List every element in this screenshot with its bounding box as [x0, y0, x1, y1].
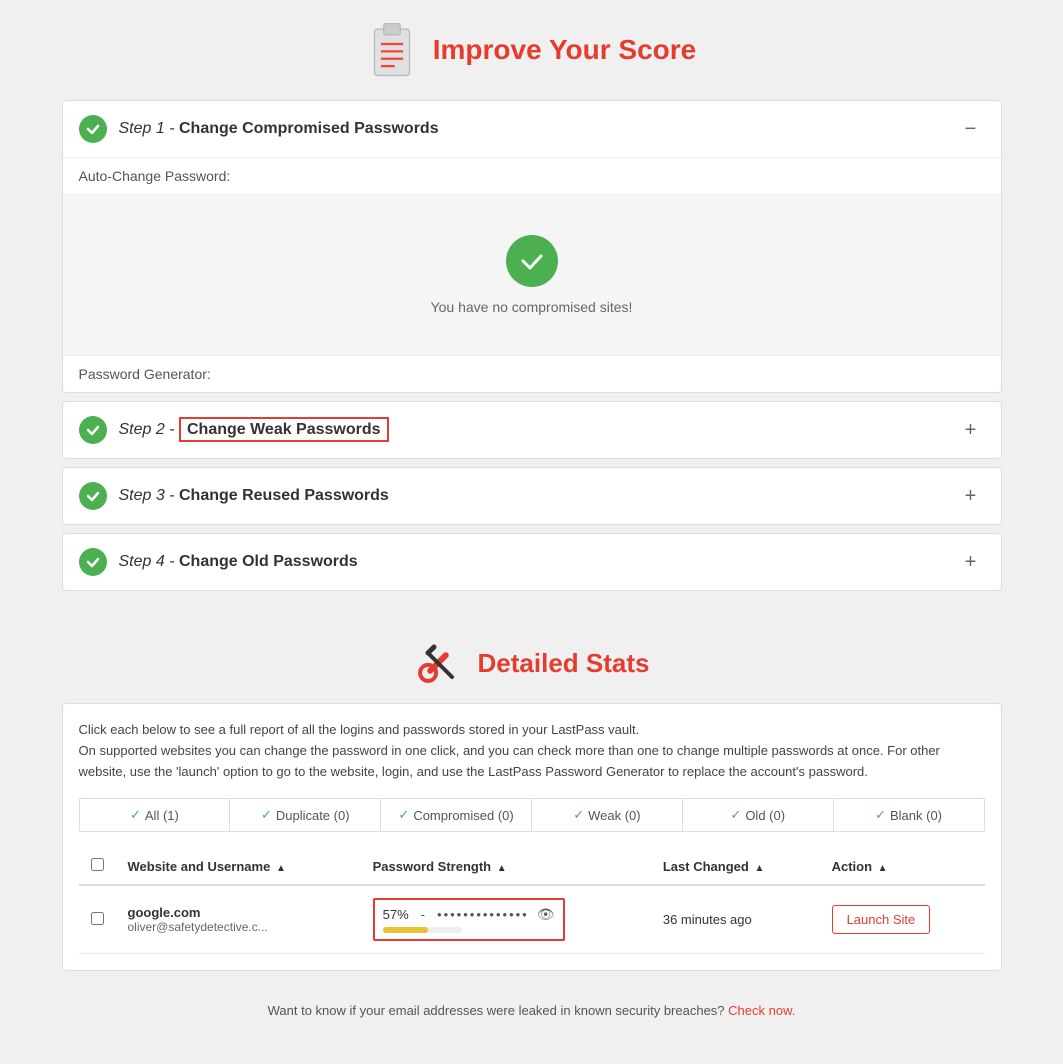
filter-tab-blank[interactable]: ✓ Blank (0) [834, 799, 984, 831]
password-bar [383, 927, 463, 933]
stats-description: Click each below to see a full report of… [79, 720, 985, 782]
detailed-stats-title: Detailed Stats [478, 648, 650, 679]
filter-tab-old[interactable]: ✓ Old (0) [683, 799, 834, 831]
filter-tabs: ✓ All (1) ✓ Duplicate (0) ✓ Compromised … [79, 798, 985, 832]
step2-container: Step 2 - Change Weak Passwords + [62, 401, 1002, 459]
step2-check-icon [79, 416, 107, 444]
step4-toggle[interactable]: + [957, 548, 985, 576]
filter-tab-duplicate[interactable]: ✓ Duplicate (0) [230, 799, 381, 831]
step1-check-icon [79, 115, 107, 143]
check-now-link[interactable]: Check now. [728, 1003, 795, 1018]
col-action: Action ▲ [820, 848, 985, 885]
step1-container: Step 1 - Change Compromised Passwords − … [62, 100, 1002, 393]
no-compromised-text: You have no compromised sites! [431, 299, 633, 315]
step1-label: Step 1 - Change Compromised Passwords [119, 120, 957, 138]
col-website-username: Website and Username ▲ [116, 848, 361, 885]
no-compromised-check-icon [506, 235, 558, 287]
col-password-strength: Password Strength ▲ [361, 848, 651, 885]
step3-label: Step 3 - Change Reused Passwords [119, 487, 957, 505]
col-last-changed: Last Changed ▲ [651, 848, 820, 885]
step4-container: Step 4 - Change Old Passwords + [62, 533, 1002, 591]
step1-header[interactable]: Step 1 - Change Compromised Passwords − [63, 101, 1001, 158]
clipboard-icon [367, 20, 417, 80]
filter-tab-all[interactable]: ✓ All (1) [80, 799, 231, 831]
select-all-checkbox[interactable] [91, 858, 104, 871]
step3-toggle[interactable]: + [957, 482, 985, 510]
stats-container: Click each below to see a full report of… [62, 703, 1002, 971]
step1-toggle[interactable]: − [957, 115, 985, 143]
step1-body: Auto-Change Password: You have no compro… [63, 158, 1001, 392]
step3-header[interactable]: Step 3 - Change Reused Passwords + [63, 468, 1001, 524]
filter-tab-weak[interactable]: ✓ Weak (0) [532, 799, 683, 831]
data-table: Website and Username ▲ Password Strength… [79, 848, 985, 954]
no-compromised-area: You have no compromised sites! [63, 195, 1001, 356]
launch-site-button[interactable]: Launch Site [832, 905, 931, 934]
table-row: google.com oliver@safetydetective.c... 5… [79, 885, 985, 954]
step3-check-icon [79, 482, 107, 510]
step2-label: Step 2 - Change Weak Passwords [119, 421, 957, 439]
auto-change-label: Auto-Change Password: [63, 158, 1001, 195]
password-generator-label: Password Generator: [63, 356, 1001, 392]
page-title: Improve Your Score [433, 34, 697, 66]
step4-label: Step 4 - Change Old Passwords [119, 553, 957, 571]
row-checkbox[interactable] [91, 912, 104, 925]
detailed-stats-header: Detailed Stats [62, 615, 1002, 703]
step2-header[interactable]: Step 2 - Change Weak Passwords + [63, 402, 1001, 458]
step2-toggle[interactable]: + [957, 416, 985, 444]
eye-icon[interactable]: 👁 [537, 906, 555, 923]
step3-container: Step 3 - Change Reused Passwords + [62, 467, 1002, 525]
filter-tab-compromised[interactable]: ✓ Compromised (0) [381, 799, 532, 831]
step4-header[interactable]: Step 4 - Change Old Passwords + [63, 534, 1001, 590]
header-section: Improve Your Score [62, 10, 1002, 100]
bottom-notice: Want to know if your email addresses wer… [62, 987, 1002, 1034]
last-changed-cell: 36 minutes ago [651, 885, 820, 954]
tools-icon [414, 639, 462, 687]
step4-check-icon [79, 548, 107, 576]
site-info: google.com oliver@safetydetective.c... [128, 905, 349, 934]
password-strength-cell: 57% - •••••••••••••• 👁 [373, 898, 565, 941]
